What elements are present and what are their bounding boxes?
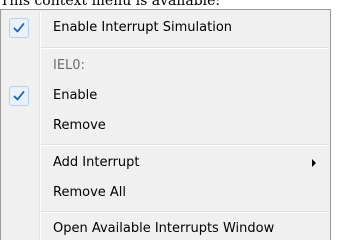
menu-item-label: Open Available Interrupts Window xyxy=(53,221,275,236)
menu-item-remove-all[interactable]: Remove All xyxy=(3,181,328,205)
menu-item-add-interrupt[interactable]: Add Interrupt xyxy=(3,151,328,175)
menu-item-label: Add Interrupt xyxy=(53,155,140,170)
menu-item-label: Enable xyxy=(53,88,98,103)
menu-item-remove[interactable]: Remove xyxy=(3,114,328,138)
menu-separator xyxy=(41,47,328,49)
section-header-label: IEL0: xyxy=(53,58,85,73)
menu-item-enable[interactable]: Enable xyxy=(3,84,328,108)
menu-section-header-iel0: IEL0: xyxy=(3,54,328,78)
menu-separator xyxy=(41,144,328,146)
checkmark-icon xyxy=(9,18,29,38)
menu-item-label: Remove xyxy=(53,118,106,133)
menu-separator xyxy=(41,211,328,213)
menu-item-enable-interrupt-simulation[interactable]: Enable Interrupt Simulation xyxy=(3,16,328,40)
checkmark-icon xyxy=(9,86,29,106)
submenu-arrow-icon xyxy=(312,159,316,167)
page-caption: This context menu is available: xyxy=(0,0,221,9)
menu-item-open-available-interrupts-window[interactable]: Open Available Interrupts Window xyxy=(3,217,328,241)
context-menu: Enable Interrupt Simulation IEL0: Enable… xyxy=(0,9,331,240)
menu-item-label: Enable Interrupt Simulation xyxy=(53,20,233,35)
menu-item-label: Remove All xyxy=(53,185,127,200)
